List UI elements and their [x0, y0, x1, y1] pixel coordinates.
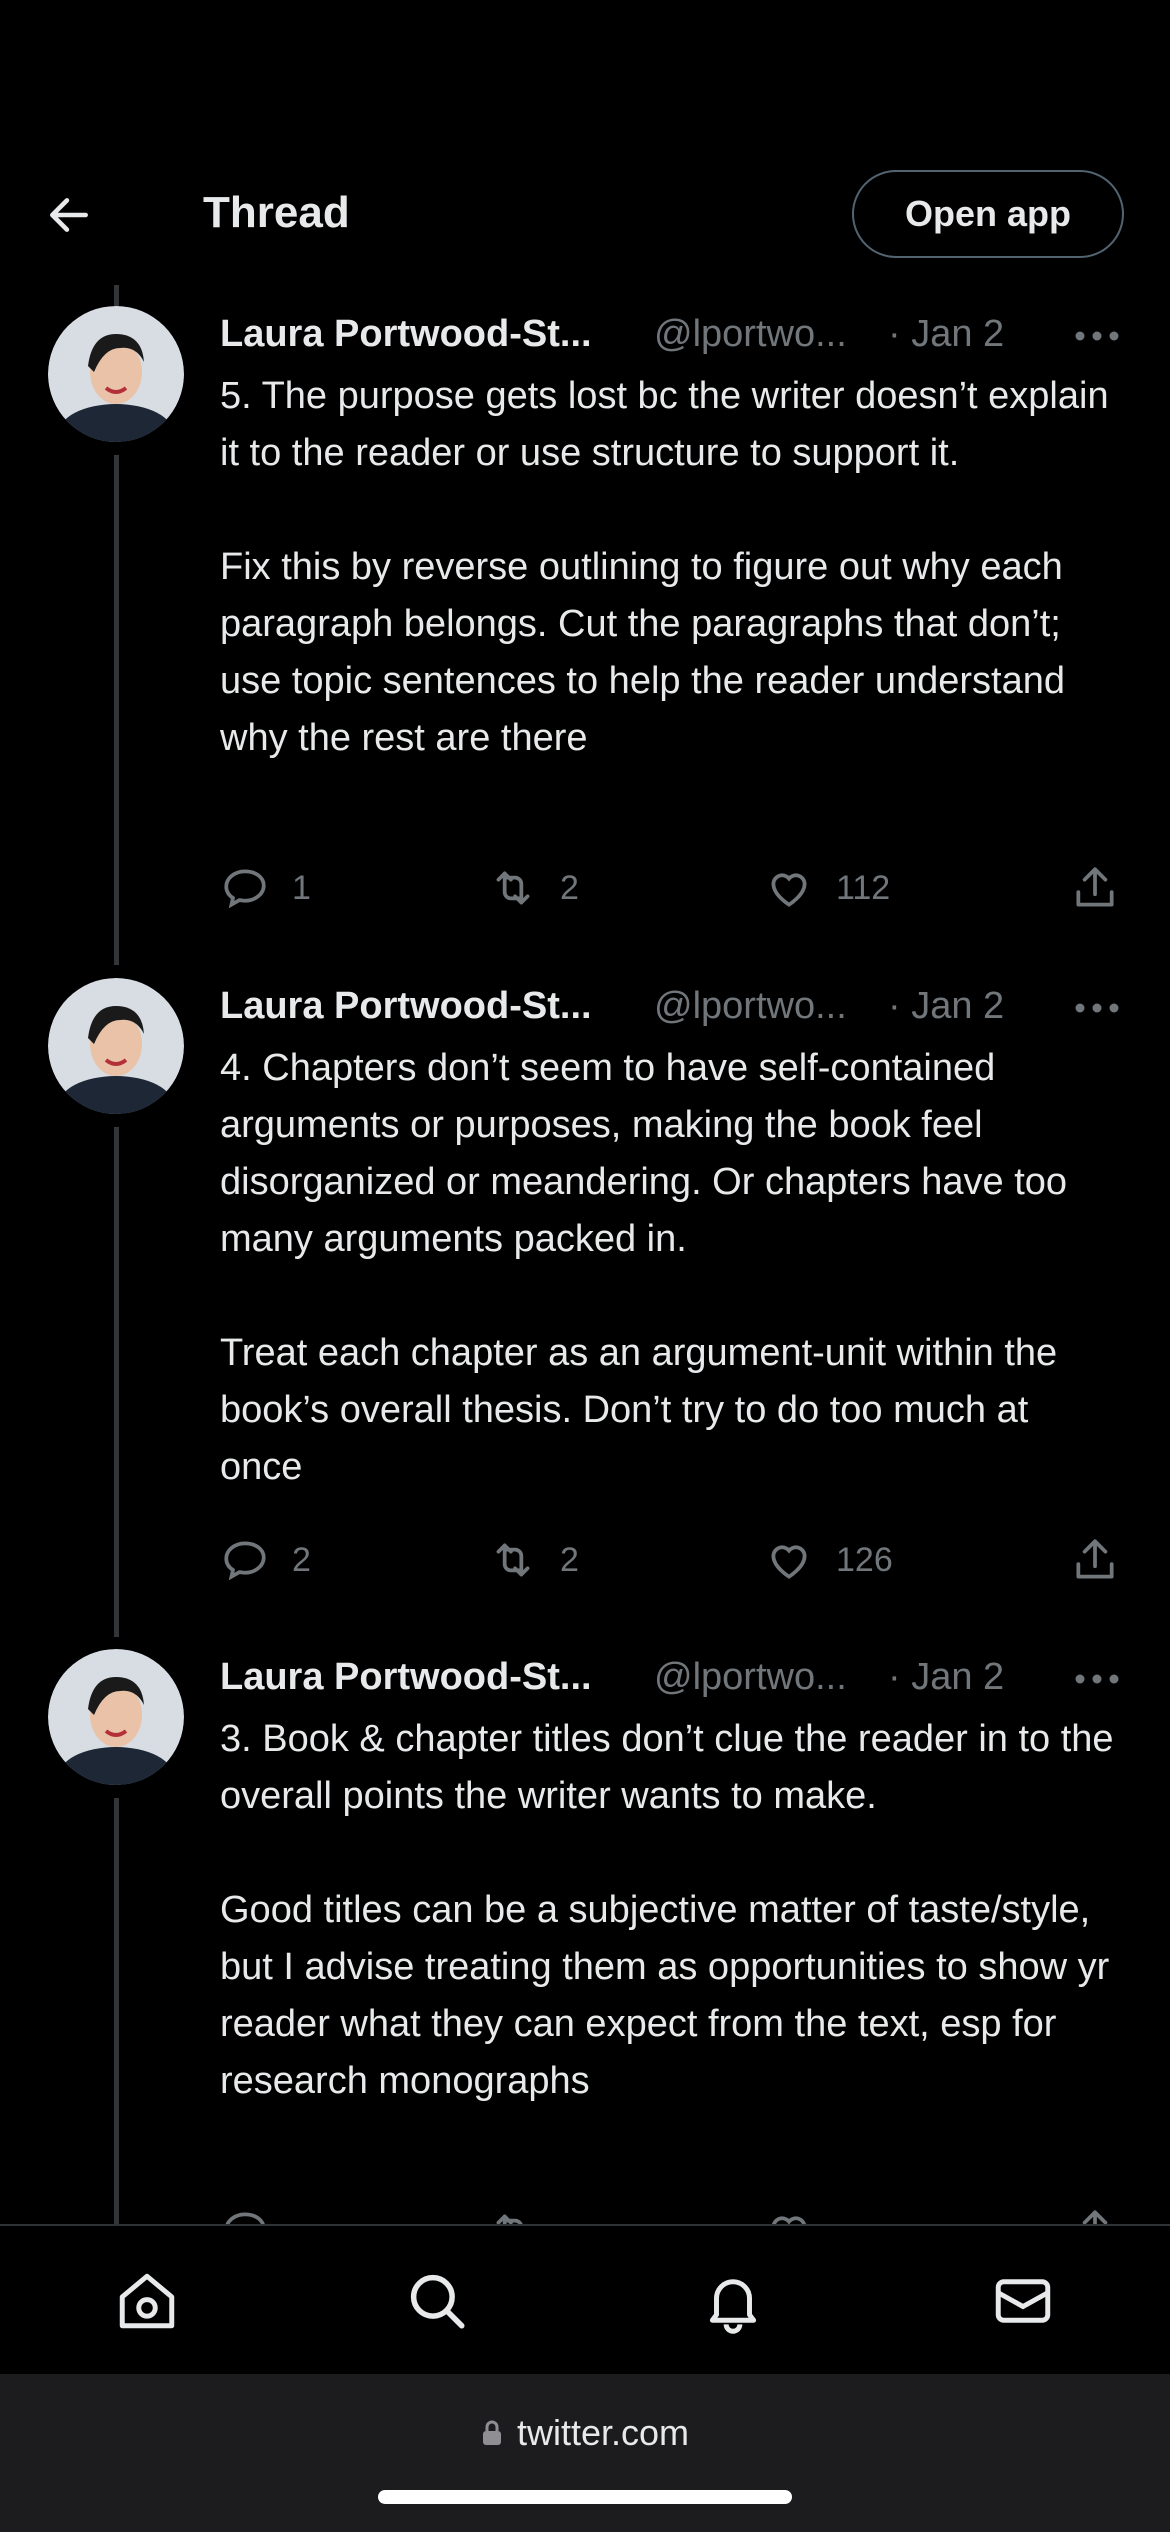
top-bar: Thread Open app — [0, 0, 1170, 285]
url-field[interactable]: twitter.com — [0, 2412, 1170, 2456]
share-icon — [1076, 1539, 1114, 1579]
tweet-actions: 2 2 126 — [220, 1530, 1120, 1590]
bottom-nav — [0, 2224, 1170, 2376]
author-name[interactable]: Laura Portwood-St... — [220, 1656, 592, 1699]
heart-icon — [771, 1545, 807, 1579]
page-title: Thread — [203, 188, 350, 237]
share-button[interactable] — [1070, 858, 1120, 918]
share-icon — [1076, 867, 1114, 907]
retweet-count: 2 — [560, 1540, 579, 1579]
author-handle[interactable]: @lportwo... — [654, 313, 847, 356]
url-text: twitter.com — [516, 2412, 690, 2453]
author-name[interactable]: Laura Portwood-St... — [220, 313, 592, 356]
author-name[interactable]: Laura Portwood-St... — [220, 985, 592, 1028]
retweet-icon — [496, 1543, 530, 1577]
avatar[interactable] — [48, 1649, 184, 1785]
avatar[interactable] — [48, 306, 184, 442]
like-count: 112 — [836, 868, 891, 907]
search-icon[interactable] — [404, 2268, 470, 2334]
author-handle[interactable]: @lportwo... — [654, 985, 847, 1028]
tweet[interactable]: Laura Portwood-St... @lportwo... · Jan 2… — [0, 1649, 1170, 2252]
like-button[interactable]: 126 — [764, 1530, 893, 1590]
reply-count: 1 — [292, 868, 311, 907]
bell-icon[interactable] — [700, 2268, 766, 2334]
tweet-paragraph: 3. Book & chapter titles don’t clue the … — [220, 1718, 1114, 1817]
back-button[interactable] — [44, 190, 104, 240]
arrow-left-icon — [50, 198, 88, 232]
home-icon[interactable] — [114, 2268, 180, 2334]
tweet[interactable]: Laura Portwood-St... @lportwo... · Jan 2… — [0, 306, 1170, 946]
author-handle[interactable]: @lportwo... — [654, 1656, 847, 1699]
retweet-button[interactable]: 2 — [488, 1530, 579, 1590]
reply-icon — [224, 1541, 266, 1581]
lock-icon — [481, 2414, 503, 2456]
reply-count: 2 — [292, 1540, 311, 1579]
retweet-icon — [496, 871, 530, 905]
reply-icon — [224, 869, 266, 909]
tweet-date[interactable]: · Jan 2 — [888, 1656, 1004, 1699]
avatar[interactable] — [48, 978, 184, 1114]
tweet-text: 5. The purpose gets lost bc the writer d… — [220, 368, 1120, 767]
like-count: 126 — [836, 1540, 893, 1579]
more-icon[interactable] — [1072, 318, 1122, 348]
tweet-paragraph: Good titles can be a subjective matter o… — [220, 1889, 1110, 2102]
heart-icon — [771, 873, 807, 907]
home-indicator[interactable] — [378, 2490, 792, 2504]
reply-button[interactable]: 2 — [220, 1530, 311, 1590]
tweet-actions: 1 2 112 — [220, 858, 1120, 918]
more-icon[interactable] — [1072, 990, 1122, 1020]
tweet-paragraph: 4. Chapters don’t seem to have self-cont… — [220, 1047, 1068, 1260]
more-icon[interactable] — [1072, 1661, 1122, 1691]
retweet-count: 2 — [560, 868, 579, 907]
tweet-paragraph: Fix this by reverse outlining to figure … — [220, 546, 1066, 759]
mail-icon[interactable] — [990, 2268, 1056, 2334]
tweet[interactable]: Laura Portwood-St... @lportwo... · Jan 2… — [0, 978, 1170, 1618]
tweet-paragraph: 5. The purpose gets lost bc the writer d… — [220, 375, 1109, 474]
tweet-date[interactable]: · Jan 2 — [888, 985, 1004, 1028]
tweet-text: 4. Chapters don’t seem to have self-cont… — [220, 1040, 1120, 1496]
browser-url-bar: twitter.com — [0, 2374, 1170, 2532]
reply-button[interactable]: 1 — [220, 858, 311, 918]
tweet-text: 3. Book & chapter titles don’t clue the … — [220, 1711, 1120, 2110]
open-app-button[interactable]: Open app — [852, 170, 1124, 258]
tweet-date[interactable]: · Jan 2 — [888, 313, 1004, 356]
tweet-paragraph: Treat each chapter as an argument-unit w… — [220, 1332, 1058, 1488]
share-button[interactable] — [1070, 1530, 1120, 1590]
retweet-button[interactable]: 2 — [488, 858, 579, 918]
like-button[interactable]: 112 — [764, 858, 890, 918]
